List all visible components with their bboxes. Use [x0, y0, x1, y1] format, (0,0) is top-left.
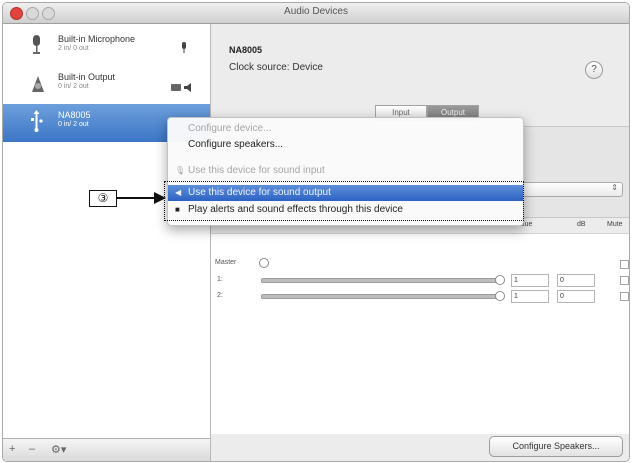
- device-item-built-in-microphone[interactable]: Built-in Microphone 2 in/ 0 out: [3, 28, 210, 66]
- channel-1-mute-checkbox[interactable]: [620, 276, 629, 285]
- chevron-updown-icon: ⇕: [611, 183, 618, 192]
- device-item-built-in-output[interactable]: Built-in Output 0 in/ 2 out: [3, 66, 210, 104]
- device-sidebar: Built-in Microphone 2 in/ 0 out Built-in…: [3, 24, 211, 461]
- menu-item-label: Configure speakers...: [188, 139, 284, 150]
- step-callout: ③: [89, 190, 117, 207]
- menu-item-label: Use this device for sound input: [188, 165, 325, 176]
- add-device-button[interactable]: +: [9, 443, 15, 455]
- slider-knob[interactable]: [259, 258, 269, 268]
- master-mute-checkbox[interactable]: [620, 260, 629, 269]
- highlight-outline: [164, 181, 524, 221]
- menu-item-use-for-input[interactable]: 🎙 Use this device for sound input: [168, 163, 523, 179]
- window-title: Audio Devices: [284, 6, 348, 17]
- usb-icon: [31, 110, 43, 132]
- sidebar-toolbar: + – ⚙▾: [3, 438, 210, 461]
- menu-item-label: Configure device...: [188, 123, 272, 134]
- device-detail-pane: NA8005 Clock source: Device ? Input Outpu…: [211, 24, 629, 461]
- configure-speakers-button[interactable]: Configure Speakers...: [489, 436, 623, 457]
- device-title: NA8005: [229, 45, 263, 55]
- menu-item-configure-speakers[interactable]: Configure speakers...: [168, 137, 523, 153]
- device-name: Built-in Output: [58, 72, 116, 82]
- channel-2-label: 2:: [217, 292, 223, 299]
- slider-knob[interactable]: [495, 275, 505, 285]
- input-mic-indicator-icon: [182, 42, 186, 53]
- menu-item-configure-device[interactable]: Configure device...: [168, 121, 523, 137]
- device-io-count: 2 in/ 0 out: [58, 45, 89, 52]
- volume-controls: Master 1: 1 0 2: 1 0: [211, 233, 629, 434]
- speaker-icon: [32, 76, 44, 92]
- callout-arrow-line: [116, 197, 157, 199]
- channel-2-db-field[interactable]: 0: [557, 290, 595, 303]
- master-channel-label: Master: [215, 259, 237, 266]
- remove-device-button[interactable]: –: [29, 443, 35, 455]
- alert-speaker-icon: [171, 84, 181, 91]
- device-io-count: 0 in/ 2 out: [58, 83, 89, 90]
- device-name: Built-in Microphone: [58, 34, 136, 44]
- channel-2-value-field[interactable]: 1: [511, 290, 549, 303]
- microphone-icon: 🎙: [175, 166, 186, 175]
- output-speaker-icon: [184, 83, 191, 92]
- format-select[interactable]: ⇕: [515, 182, 623, 197]
- microphone-icon: [33, 35, 40, 54]
- callout-arrow-head-icon: [154, 192, 166, 204]
- channel-1-value-field[interactable]: 1: [511, 274, 549, 287]
- channel-1-db-field[interactable]: 0: [557, 274, 595, 287]
- slider-knob[interactable]: [495, 291, 505, 301]
- device-io-count: 0 in/ 2 out: [58, 121, 89, 128]
- db-column-header: dB: [577, 221, 586, 228]
- volume-grid-header: Value dB Mute: [515, 220, 629, 232]
- channel-1-label: 1:: [217, 276, 223, 283]
- mute-column-header: Mute: [607, 221, 623, 228]
- channel-2-mute-checkbox[interactable]: [620, 292, 629, 301]
- audio-devices-window: Audio Devices Built-in Microphone 2 in/ …: [2, 2, 630, 462]
- title-bar: Audio Devices: [3, 3, 629, 24]
- channel-2-volume-slider[interactable]: [261, 291, 505, 301]
- channel-1-volume-slider[interactable]: [261, 275, 505, 285]
- help-button[interactable]: ?: [585, 61, 603, 79]
- device-name: NA8005: [58, 110, 91, 120]
- clock-source-label: Clock source: Device: [229, 62, 323, 73]
- gear-menu-button[interactable]: ⚙▾: [51, 443, 66, 456]
